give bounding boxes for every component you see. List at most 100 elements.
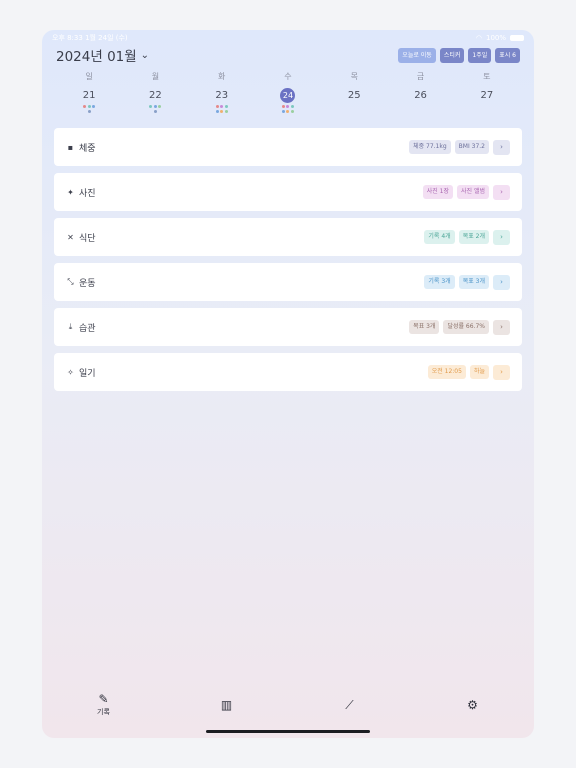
app-screen: 오후 8:33 1월 24일 (수) ◠ 100% 2024년 01월 ⌄ 오늘… — [42, 30, 534, 738]
record-dots — [280, 105, 295, 113]
day-number: 24 — [280, 88, 296, 103]
tab-record[interactable]: ✎ 기록 — [42, 690, 165, 720]
card-habit[interactable]: ⤓ 습관 목표 3개 달성률 66.7% › — [54, 308, 522, 346]
card-title-group: ✦ 사진 — [66, 186, 96, 199]
record-dot — [87, 105, 91, 108]
card-tag: 목표 2개 — [458, 230, 489, 244]
utensils-icon: ✕ — [67, 232, 74, 242]
scale-icon: ▪ — [67, 142, 74, 152]
card-title: 식단 — [79, 233, 96, 244]
tab-settings[interactable]: ⚙ — [411, 690, 534, 720]
record-dot — [224, 105, 228, 108]
book-icon: ▥ — [220, 697, 233, 712]
card-tag: 달성률 66.7% — [443, 320, 489, 334]
card-title-group: ▪ 체중 — [66, 141, 96, 154]
day-number: 22 — [149, 90, 162, 101]
card-tag: 사진 앨범 — [457, 185, 489, 199]
weekday-label: 금 — [416, 72, 425, 81]
record-dot — [286, 105, 290, 108]
weekday-label: 수 — [284, 72, 292, 81]
card-tags: 목표 3개 달성률 66.7% › — [409, 319, 510, 335]
download-icon: ⤓ — [68, 322, 73, 331]
record-dots — [82, 105, 97, 113]
card-title: 체중 — [79, 143, 96, 154]
day-cell-22[interactable]: 22 — [122, 88, 188, 113]
card-photo[interactable]: ✦ 사진 사진 1장 사진 앨범 › — [54, 173, 522, 211]
card-tag: 목표 3개 — [409, 320, 440, 334]
status-date: 1월 24일 (수) — [85, 34, 128, 42]
battery-icon — [510, 35, 524, 41]
record-dot — [215, 105, 219, 108]
chevron-right-icon[interactable]: › — [493, 229, 510, 245]
record-dots — [148, 105, 163, 113]
header-chips: 오늘로 이동 스티커 1주일 표시 6 — [398, 47, 520, 63]
record-dot — [290, 109, 294, 113]
status-time: 오후 8:33 — [52, 34, 83, 42]
card-tag: 오전 12:05 — [427, 365, 466, 379]
day-cell-27[interactable]: 27 — [454, 88, 520, 113]
card-tag: 체중 77.1kg — [409, 140, 451, 154]
tab-bar: ✎ 기록 ▥ ⟋ ⚙ — [42, 690, 534, 720]
day-number: 21 — [82, 90, 96, 101]
day-number: 23 — [215, 90, 229, 101]
card-diary[interactable]: ✧ 일기 오전 12:05 하늘 › — [54, 353, 522, 391]
weekday-label: 화 — [218, 72, 226, 81]
card-title: 운동 — [79, 278, 96, 289]
day-cell-26[interactable]: 26 — [387, 88, 453, 113]
card-title-group: ✧ 일기 — [66, 366, 96, 379]
day-number: 25 — [347, 90, 361, 101]
battery-percent: 100% — [485, 34, 506, 42]
status-bar: 오후 8:33 1월 24일 (수) ◠ 100% — [52, 32, 524, 44]
record-card-list: ▪ 체중 체중 77.1kg BMI 37.2 › ✦ 사진 사진 1장 사진 앨범 › ✕ 식단 기록… — [54, 128, 522, 398]
chevron-right-icon[interactable]: › — [493, 364, 510, 380]
card-tags: 체중 77.1kg BMI 37.2 › — [409, 139, 510, 155]
dumbbell-icon: ⤡ — [67, 277, 74, 286]
card-tag: 기록 4개 — [424, 230, 455, 244]
sparkle-icon: ✦ — [67, 187, 74, 197]
record-dot — [83, 105, 87, 108]
record-dot — [92, 105, 96, 108]
card-tag: 기록 3개 — [424, 275, 455, 289]
day-number: 27 — [480, 90, 494, 101]
card-weight[interactable]: ▪ 체중 체중 77.1kg BMI 37.2 › — [54, 128, 522, 166]
card-title-group: ✕ 식단 — [66, 231, 96, 244]
month-title: 2024년 01월 — [56, 49, 137, 65]
chevron-right-icon[interactable]: › — [493, 139, 510, 155]
calendar-header: 2024년 01월 ⌄ 오늘로 이동 스티커 1주일 표시 6 — [56, 44, 520, 66]
card-title: 사진 — [79, 188, 96, 199]
card-tag: 하늘 — [469, 365, 489, 379]
card-tags: 사진 1장 사진 앨범 › — [422, 184, 510, 200]
day-cell-25[interactable]: 25 — [321, 88, 387, 113]
week-calendar: 일 월 화 수 목 금 토 21 22 23 24 25 26 27 — [56, 70, 520, 113]
card-tags: 기록 3개 목표 3개 › — [424, 274, 510, 290]
card-tag: BMI 37.2 — [454, 140, 489, 154]
record-dot — [215, 109, 219, 113]
chevron-down-icon: ⌄ — [140, 49, 150, 61]
chevron-right-icon[interactable]: › — [493, 184, 510, 200]
tab-label: 기록 — [97, 708, 110, 716]
card-tags: 기록 4개 목표 2개 › — [424, 229, 510, 245]
record-dot — [281, 105, 285, 108]
tab-chart[interactable]: ⟋ — [288, 690, 411, 720]
chevron-right-icon[interactable]: › — [493, 274, 510, 290]
gear-icon: ⚙ — [467, 697, 478, 712]
day-cell-24[interactable]: 24 — [255, 88, 321, 113]
record-dot — [153, 105, 157, 108]
chevron-right-icon[interactable]: › — [493, 319, 510, 335]
card-title: 일기 — [79, 368, 96, 379]
record-dot — [224, 109, 228, 113]
card-exercise[interactable]: ⤡ 운동 기록 3개 목표 3개 › — [54, 263, 522, 301]
header-chip-3[interactable]: 표시 6 — [495, 47, 520, 63]
header-chip-0[interactable]: 오늘로 이동 — [398, 47, 436, 63]
header-chip-2[interactable]: 1주일 — [468, 47, 492, 63]
record-dot — [281, 109, 285, 113]
record-dot — [158, 105, 162, 108]
weekday-label: 일 — [85, 72, 93, 81]
tab-book[interactable]: ▥ — [165, 690, 288, 720]
card-diet[interactable]: ✕ 식단 기록 4개 목표 2개 › — [54, 218, 522, 256]
day-cell-23[interactable]: 23 — [189, 88, 255, 113]
month-selector[interactable]: 2024년 01월 ⌄ — [56, 45, 149, 65]
header-chip-1[interactable]: 스티커 — [439, 47, 465, 63]
weekday-label: 토 — [483, 72, 491, 81]
day-cell-21[interactable]: 21 — [56, 88, 122, 113]
